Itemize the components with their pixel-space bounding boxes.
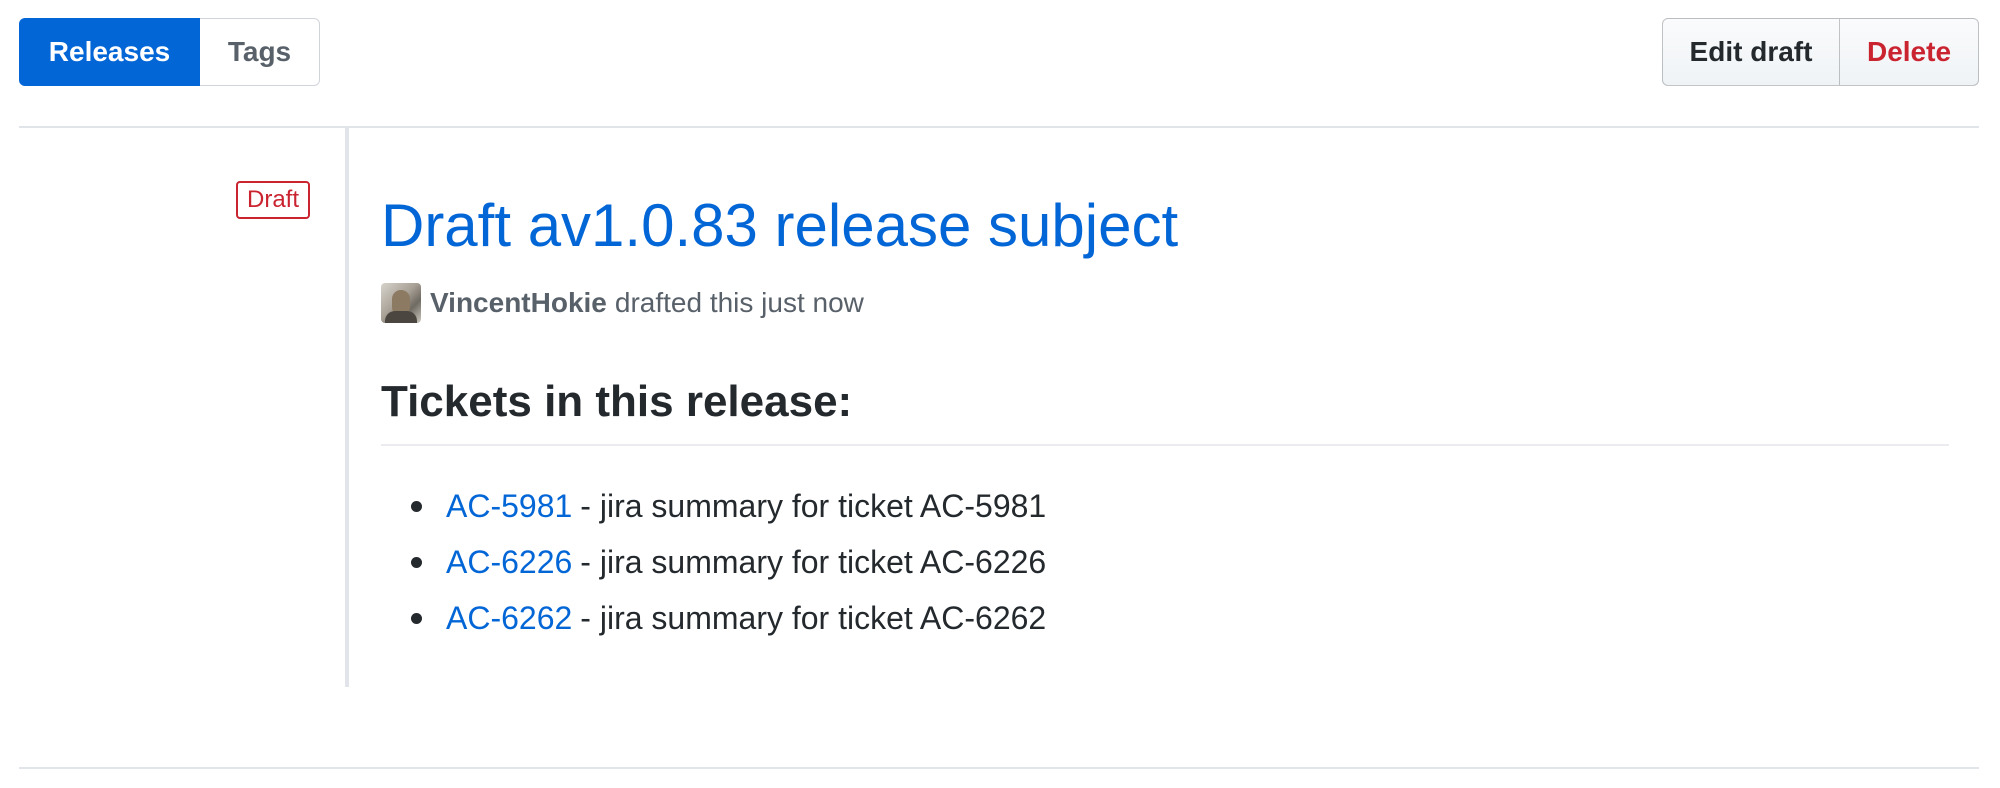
release-actions: Edit draft Delete xyxy=(1662,18,1979,86)
list-item: AC-5981 - jira summary for ticket AC-598… xyxy=(381,478,1046,534)
avatar-shoulders-shape xyxy=(385,311,417,323)
bottom-divider xyxy=(19,767,1979,769)
ticket-link[interactable]: AC-6226 xyxy=(446,544,572,581)
ticket-link[interactable]: AC-6262 xyxy=(446,600,572,637)
edit-draft-button[interactable]: Edit draft xyxy=(1662,18,1840,86)
draft-status-badge: Draft xyxy=(236,181,311,219)
tab-tags[interactable]: Tags xyxy=(200,18,320,86)
release-author-row: VincentHokie drafted this just now xyxy=(381,282,864,324)
bullet-icon xyxy=(411,501,422,512)
bullet-icon xyxy=(411,557,422,568)
release-title-link[interactable]: Draft av1.0.83 release subject xyxy=(381,186,1178,266)
tab-releases[interactable]: Releases xyxy=(19,18,200,86)
timeline-divider xyxy=(345,127,349,687)
avatar[interactable] xyxy=(381,283,421,323)
list-item: AC-6262 - jira summary for ticket AC-626… xyxy=(381,590,1046,646)
delete-button[interactable]: Delete xyxy=(1840,18,1979,86)
release-toolbar: Releases Tags Edit draft Delete xyxy=(19,18,1979,86)
tickets-heading: Tickets in this release: xyxy=(381,372,1949,446)
ticket-list: AC-5981 - jira summary for ticket AC-598… xyxy=(381,478,1046,646)
list-item: AC-6226 - jira summary for ticket AC-622… xyxy=(381,534,1046,590)
author-name-link[interactable]: VincentHokie xyxy=(430,287,607,319)
ticket-link[interactable]: AC-5981 xyxy=(446,488,572,525)
releases-tags-tabs: Releases Tags xyxy=(19,18,320,86)
top-divider xyxy=(19,126,1979,128)
ticket-summary: - jira summary for ticket AC-5981 xyxy=(580,487,1047,524)
bullet-icon xyxy=(411,613,422,624)
ticket-summary: - jira summary for ticket AC-6262 xyxy=(580,599,1047,636)
ticket-summary: - jira summary for ticket AC-6226 xyxy=(580,543,1047,580)
author-action-text: drafted this just now xyxy=(614,287,864,318)
